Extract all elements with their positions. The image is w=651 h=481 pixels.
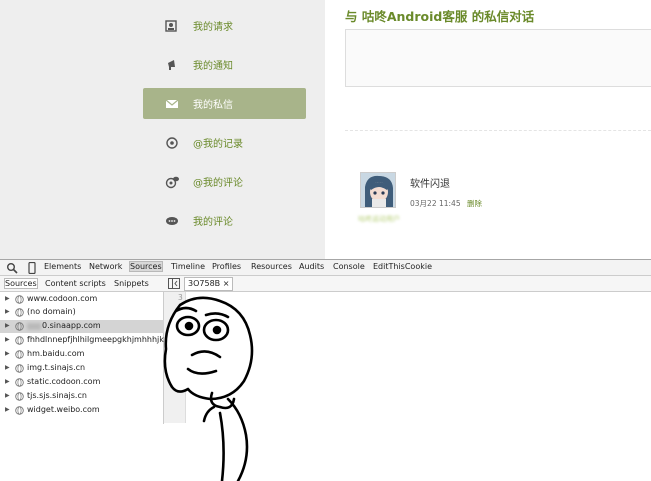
open-file-tab[interactable]: 3O758B × (184, 277, 234, 291)
message-text: 软件闪退 (410, 179, 450, 190)
tree-row[interactable]: ▶ static.codoon.com (0, 376, 164, 389)
nav-item-comments[interactable]: 我的评论 (143, 205, 306, 236)
nav-item-mentions[interactable]: @我的记录 (143, 127, 306, 158)
tree-label: 0.sinaapp.com (42, 321, 101, 330)
tab-content-scripts[interactable]: Content scripts (45, 279, 106, 288)
tree-row[interactable]: ▶ www.codoon.com (0, 293, 164, 306)
expand-arrow-icon[interactable]: ▶ (5, 392, 10, 399)
device-mode-icon[interactable] (26, 262, 38, 274)
expand-arrow-icon[interactable]: ▶ (5, 378, 10, 385)
at-sign-icon (166, 137, 178, 149)
tree-row[interactable]: ▶ hm.baidu.com (0, 348, 164, 361)
tab-network[interactable]: Network (89, 262, 122, 271)
globe-icon (15, 336, 24, 345)
nav-label-private-messages: 我的私信 (193, 100, 233, 111)
expand-arrow-icon[interactable]: ▶ (5, 350, 10, 357)
tree-label: (no domain) (27, 307, 76, 316)
tree-row[interactable]: ▶ (no domain) (0, 306, 164, 319)
tree-label: static.codoon.com (27, 377, 101, 386)
devtools-panel: Elements Network Sources Timeline Profil… (0, 259, 651, 481)
redacted-subdomain (27, 323, 41, 330)
at-bubble-icon (165, 176, 179, 189)
expand-arrow-icon[interactable]: ▶ (5, 295, 10, 302)
conversation-title: 与 咕咚Android客服 的私信对话 (345, 9, 535, 24)
envelope-icon (165, 99, 179, 108)
tree-row[interactable]: ▶ img.t.sinajs.cn (0, 362, 164, 375)
nav-label-notifications: 我的通知 (193, 61, 233, 72)
tab-sources[interactable]: Sources (129, 261, 163, 272)
sidebar-nav: 我的请求 我的通知 我的私信 @我的记录 @我的评论 我的评论 (0, 0, 325, 259)
tab-audits[interactable]: Audits (299, 262, 324, 271)
expand-arrow-icon[interactable]: ▶ (5, 322, 10, 329)
message-sender-name[interactable]: 咕咚运动用户 (351, 213, 407, 225)
tab-profiles[interactable]: Profiles (212, 262, 241, 271)
tab-timeline[interactable]: Timeline (171, 262, 205, 271)
search-icon[interactable] (6, 262, 18, 274)
expand-arrow-icon[interactable]: ▶ (5, 308, 10, 315)
megaphone-icon (168, 60, 175, 70)
tree-row[interactable]: ▶ fhhdlnnepfjhlhilgmeepgkhjmhhhjk (0, 334, 164, 347)
tree-label: hm.baidu.com (27, 349, 85, 358)
globe-icon (15, 406, 24, 415)
rage-comic-face-drawing (163, 296, 254, 481)
reply-textarea[interactable] (345, 29, 651, 87)
globe-icon (15, 392, 24, 401)
toggle-navigator-icon[interactable] (168, 278, 180, 289)
devtools-toolbar: Elements Network Sources Timeline Profil… (0, 259, 651, 276)
navigator-tabs: Sources Content scripts Snippets (0, 276, 164, 292)
tree-label: img.t.sinajs.cn (27, 363, 86, 372)
expand-arrow-icon[interactable]: ▶ (5, 336, 10, 343)
globe-icon (15, 364, 24, 373)
tab-editthiscookie[interactable]: EditThisCookie (373, 262, 432, 271)
divider (345, 130, 651, 131)
delete-message-link[interactable]: 删除 (467, 198, 482, 209)
tree-label: tjs.sjs.sinajs.cn (27, 391, 87, 400)
nav-item-requests[interactable]: 我的请求 (143, 10, 306, 41)
globe-icon (15, 322, 24, 331)
sources-navigator: Sources Content scripts Snippets ▶ www.c… (0, 276, 164, 424)
expand-arrow-icon[interactable]: ▶ (5, 364, 10, 371)
globe-icon (15, 308, 24, 317)
nav-label-mentions: @我的记录 (193, 139, 243, 150)
tree-row-selected[interactable]: ▶ 0.sinaapp.com (0, 320, 164, 333)
tab-resources[interactable]: Resources (251, 262, 292, 271)
globe-icon (15, 378, 24, 387)
tab-console[interactable]: Console (333, 262, 365, 271)
nav-label-mention-comments: @我的评论 (193, 178, 243, 189)
tree-row[interactable]: ▶ tjs.sjs.sinajs.cn (0, 390, 164, 403)
nav-item-private-messages[interactable]: 我的私信 (143, 88, 306, 119)
message-timestamp: 03月22 11:45 (410, 199, 461, 208)
person-card-icon (165, 20, 177, 32)
web-page: 我的请求 我的通知 我的私信 @我的记录 @我的评论 我的评论 与 咕咚Andr… (0, 0, 651, 259)
nav-item-notifications[interactable]: 我的通知 (143, 49, 306, 80)
chat-bubble-icon (166, 217, 178, 225)
tab-snippets[interactable]: Snippets (114, 279, 149, 288)
nav-item-mention-comments[interactable]: @我的评论 (143, 166, 306, 197)
nav-label-requests: 我的请求 (193, 22, 233, 33)
globe-icon (15, 295, 24, 304)
globe-icon (15, 350, 24, 359)
tree-row[interactable]: ▶ widget.weibo.com (0, 404, 164, 417)
tree-label: www.codoon.com (27, 294, 98, 303)
anime-avatar-image (361, 173, 395, 207)
tree-label: fhhdlnnepfjhlhilgmeepgkhjmhhhjk (27, 335, 164, 344)
tree-label: widget.weibo.com (27, 405, 100, 414)
tab-navigator-sources[interactable]: Sources (4, 278, 38, 289)
nav-label-comments: 我的评论 (193, 217, 233, 228)
tab-elements[interactable]: Elements (44, 262, 81, 271)
avatar[interactable] (360, 172, 396, 208)
expand-arrow-icon[interactable]: ▶ (5, 406, 10, 413)
editor-tab-bar: 3O758B × (164, 276, 651, 292)
conversation-panel: 与 咕咚Android客服 的私信对话 咕咚运动用户 软件闪退 03月22 11… (325, 0, 651, 259)
